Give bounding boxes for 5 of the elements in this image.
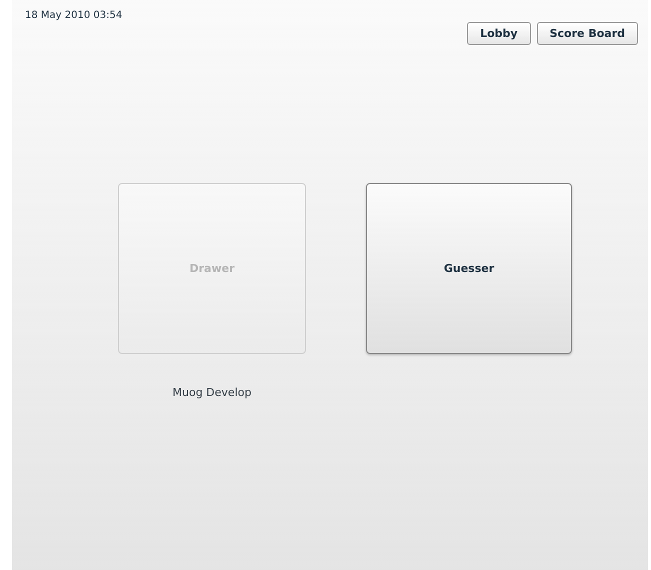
- nav-button[interactable]: Score Board: [536, 22, 638, 45]
- role-button[interactable]: Guesser: [366, 183, 572, 354]
- timestamp: 18 May 2010 03:54: [25, 10, 122, 21]
- nav-button[interactable]: Lobby: [467, 22, 531, 45]
- player-name: Muog Develop: [172, 386, 252, 399]
